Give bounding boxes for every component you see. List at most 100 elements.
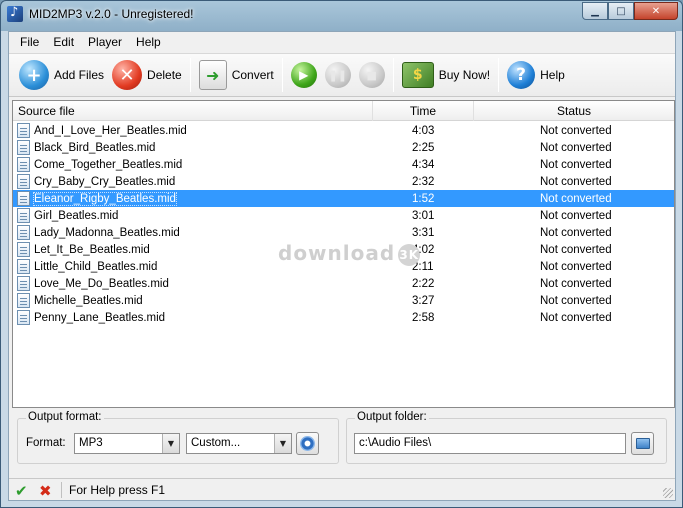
table-row[interactable]: Come_Together_Beatles.mid 4:34 Not convert…	[13, 156, 674, 173]
file-name: Michelle_Beatles.mid	[34, 294, 143, 307]
help-button[interactable]: ? Help	[503, 57, 569, 93]
cell-time: 3:27	[412, 294, 435, 307]
table-row[interactable]: Cry_Baby_Cry_Beatles.mid 2:32 Not converte…	[13, 173, 674, 190]
format-label: Format:	[26, 437, 66, 449]
column-header-source[interactable]: Source file	[13, 101, 373, 121]
table-row[interactable]: Penny_Lane_Beatles.mid 2:58 Not converted	[13, 309, 674, 326]
file-name: Love_Me_Do_Beatles.mid	[34, 277, 169, 290]
midi-file-icon	[17, 174, 30, 189]
toolbar: + Add Files ✕ Delete ➜ Convert ▶ ❚❚ ■ $ …	[9, 53, 675, 97]
pause-icon: ❚❚	[324, 62, 351, 88]
menu-help[interactable]: Help	[129, 32, 168, 52]
cell-time: 1:52	[412, 192, 435, 205]
cell-source: Come_Together_Beatles.mid	[13, 157, 373, 172]
toolbar-separator	[189, 58, 191, 92]
minimize-button[interactable]: ▁	[582, 2, 608, 20]
add-files-button[interactable]: + Add Files	[15, 57, 108, 93]
output-format-group: Output format: Format: MP3 ▼ Custom... ▼	[17, 411, 339, 464]
cell-source: Black_Bird_Beatles.mid	[13, 140, 373, 155]
close-button[interactable]: ✕	[634, 2, 678, 20]
table-row[interactable]: Michelle_Beatles.mid 3:27 Not converted	[13, 292, 674, 309]
folder-icon	[635, 438, 650, 449]
midi-file-icon	[17, 310, 30, 325]
buy-now-button[interactable]: $ Buy Now!	[398, 57, 494, 93]
toolbar-separator	[498, 58, 500, 92]
cell-source: And_I_Love_Her_Beatles.mid	[13, 123, 373, 138]
menu-edit[interactable]: Edit	[46, 32, 81, 52]
preset-value: Custom...	[191, 437, 241, 449]
menu-player[interactable]: Player	[81, 32, 129, 52]
window-title: MID2MP3 v.2.0 - Unregistered!	[29, 7, 194, 21]
file-name: And_I_Love_Her_Beatles.mid	[34, 124, 187, 137]
cell-source: Eleanor_Rigby_Beatles.mid	[13, 191, 373, 206]
preset-select[interactable]: Custom... ▼	[186, 433, 292, 454]
midi-file-icon	[17, 293, 30, 308]
cell-status: Not converted	[540, 209, 612, 222]
checkmark-icon[interactable]: ✔	[15, 482, 28, 500]
column-header-time[interactable]: Time	[373, 101, 474, 121]
table-row[interactable]: And_I_Love_Her_Beatles.mid 4:03 Not conver…	[13, 122, 674, 139]
stop-button[interactable]: ■	[355, 57, 389, 93]
title-bar[interactable]: MID2MP3 v.2.0 - Unregistered! ▁ □ ✕	[1, 1, 682, 29]
file-name: Black_Bird_Beatles.mid	[34, 141, 156, 154]
status-bar: ✔ ✖ For Help press F1	[9, 478, 675, 500]
cell-time: 4:03	[412, 124, 435, 137]
delete-icon: ✕	[112, 60, 143, 90]
cell-status: Not converted	[540, 192, 612, 205]
file-name: Let_It_Be_Beatles.mid	[34, 243, 150, 256]
table-row[interactable]: Lady_Madonna_Beatles.mid 3:31 Not converte…	[13, 224, 674, 241]
list-rows: And_I_Love_Her_Beatles.mid 4:03 Not conver…	[13, 122, 674, 326]
error-x-icon[interactable]: ✖	[39, 482, 52, 500]
output-folder-title: Output folder:	[355, 411, 429, 423]
status-separator	[61, 482, 62, 498]
table-row[interactable]: Love_Me_Do_Beatles.mid 2:22 Not converted	[13, 275, 674, 292]
cell-time: 3:01	[412, 209, 435, 222]
watermark-logo: 3K	[398, 243, 421, 266]
delete-button[interactable]: ✕ Delete	[108, 57, 186, 93]
table-row[interactable]: Black_Bird_Beatles.mid 2:25 Not converted	[13, 139, 674, 156]
play-button[interactable]: ▶	[287, 57, 321, 93]
help-label: Help	[540, 68, 565, 82]
file-name: Penny_Lane_Beatles.mid	[34, 311, 166, 324]
output-format-title: Output format:	[26, 411, 104, 423]
table-row[interactable]: Eleanor_Rigby_Beatles.mid 1:52 Not convert…	[13, 190, 674, 207]
file-list[interactable]: Source file Time Status And_I_Love_Her_B…	[12, 100, 675, 408]
file-name: Girl_Beatles.mid	[34, 209, 119, 222]
chevron-down-icon: ▼	[162, 434, 179, 453]
cell-status: Not converted	[540, 294, 612, 307]
toolbar-separator	[281, 58, 283, 92]
maximize-button[interactable]: □	[608, 2, 634, 20]
format-select[interactable]: MP3 ▼	[74, 433, 180, 454]
cell-status: Not converted	[540, 175, 612, 188]
cell-time: 4:34	[412, 158, 435, 171]
gear-icon	[300, 436, 315, 451]
add-files-label: Add Files	[54, 68, 105, 82]
output-folder-field[interactable]: c:\Audio Files\	[354, 433, 626, 454]
watermark: download 3K	[278, 241, 421, 266]
browse-folder-button[interactable]	[631, 432, 654, 455]
money-icon: $	[401, 62, 434, 88]
file-name: Cry_Baby_Cry_Beatles.mid	[34, 175, 176, 188]
convert-button[interactable]: ➜ Convert	[195, 57, 278, 93]
delete-label: Delete	[147, 68, 182, 82]
stop-icon: ■	[358, 62, 385, 88]
cell-status: Not converted	[540, 226, 612, 239]
midi-file-icon	[17, 242, 30, 257]
format-settings-button[interactable]	[296, 432, 319, 455]
pause-button[interactable]: ❚❚	[321, 57, 355, 93]
menu-file[interactable]: File	[13, 32, 46, 52]
cell-time: 2:25	[412, 141, 435, 154]
chevron-down-icon: ▼	[274, 434, 291, 453]
table-row[interactable]: Girl_Beatles.mid 3:01 Not converted	[13, 207, 674, 224]
cell-source: Lady_Madonna_Beatles.mid	[13, 225, 373, 240]
client-area: File Edit Player Help + Add Files ✕ Dele…	[8, 31, 676, 501]
cell-source: Michelle_Beatles.mid	[13, 293, 373, 308]
cell-status: Not converted	[540, 260, 612, 273]
column-header-status[interactable]: Status	[474, 101, 674, 121]
resize-grip[interactable]	[663, 488, 673, 498]
convert-icon: ➜	[198, 60, 227, 90]
midi-file-icon	[17, 208, 30, 223]
buy-now-label: Buy Now!	[438, 68, 491, 82]
list-header: Source file Time Status	[13, 101, 674, 121]
add-icon: +	[19, 60, 49, 90]
